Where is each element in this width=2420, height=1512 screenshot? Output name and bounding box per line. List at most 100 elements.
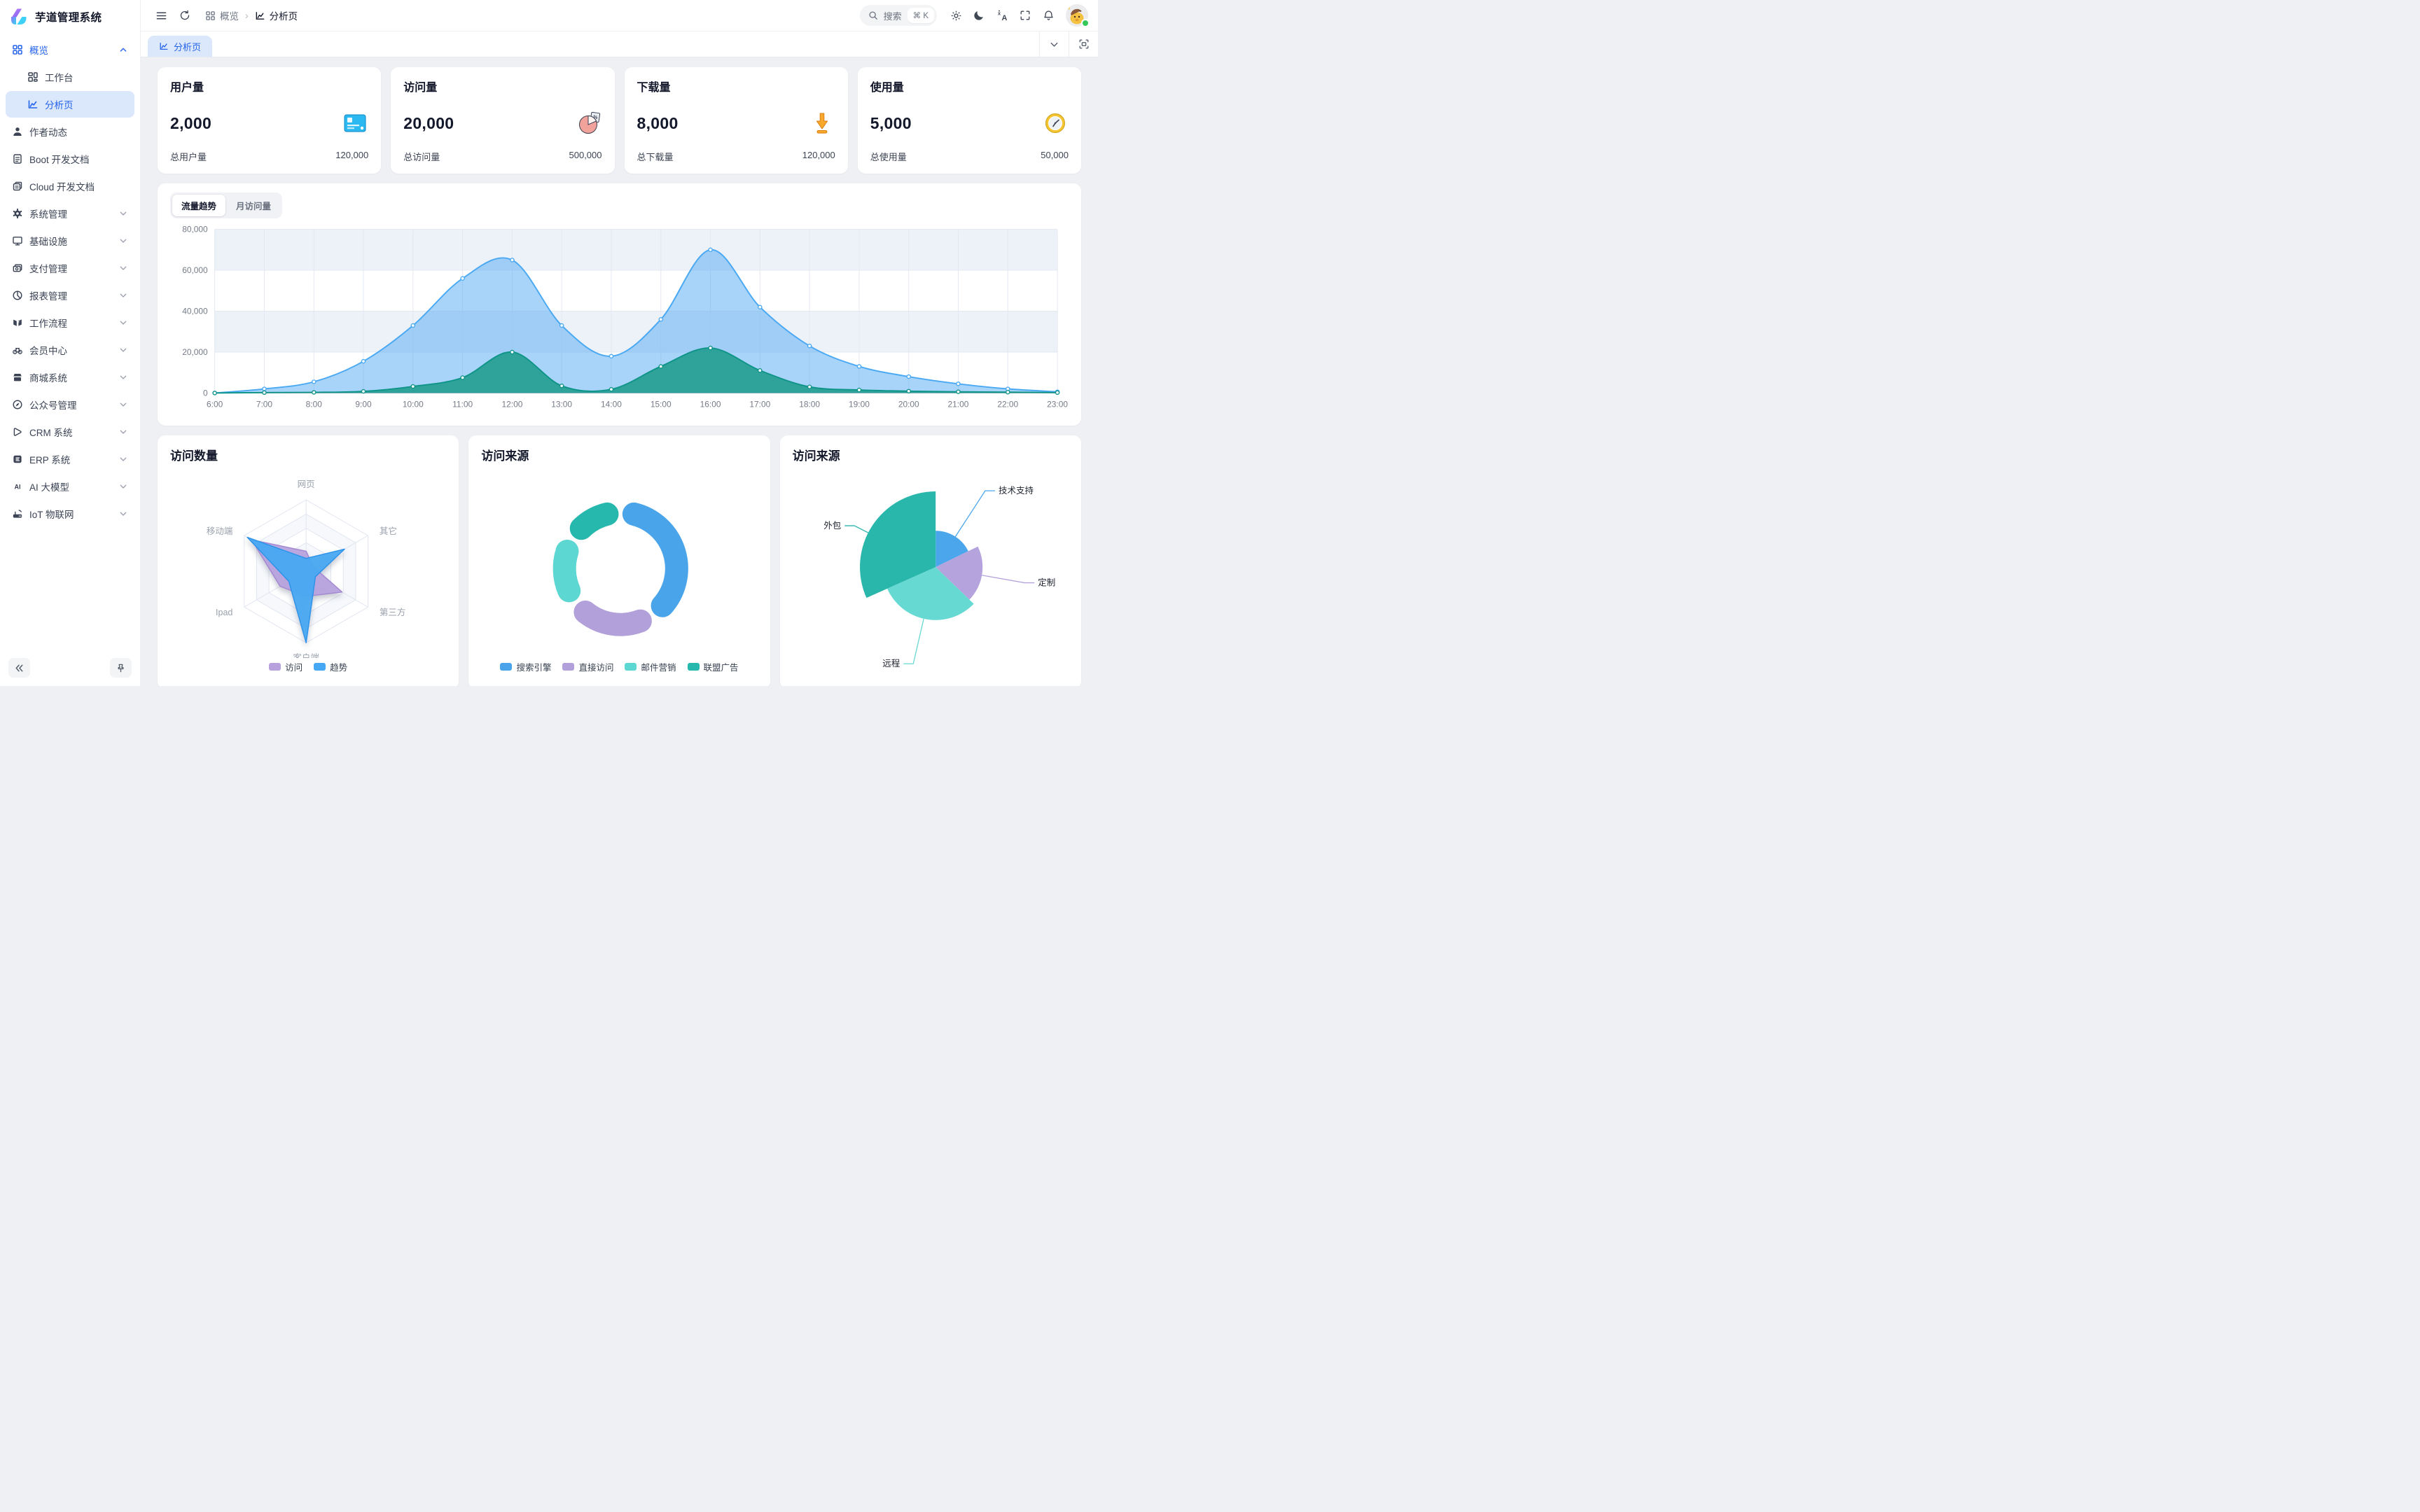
fullscreen-button[interactable] [1015, 5, 1036, 26]
tab-traffic-trend[interactable]: 流量趋势 [172, 195, 225, 216]
settings-button[interactable] [945, 5, 966, 26]
tabbar-tools [1039, 31, 1098, 57]
tab-analysis[interactable]: 分析页 [148, 36, 212, 57]
sidebar-footer [0, 651, 140, 686]
search-input[interactable]: 搜索 ⌘ K [860, 5, 937, 26]
chevron-down-icon [118, 263, 128, 273]
gear-icon [12, 208, 23, 219]
sidebar-item-author[interactable]: 作者动态 [6, 118, 134, 145]
legend-item[interactable]: 搜索引擎 [500, 660, 551, 673]
svg-text:远程: 远程 [882, 658, 900, 668]
sidebar-menu: 概览工作台分析页作者动态Boot 开发文档Cloud 开发文档系统管理基础设施支… [0, 34, 140, 651]
sidebar-item-cloud-doc[interactable]: Cloud 开发文档 [6, 173, 134, 200]
svg-text:技术支持: 技术支持 [999, 485, 1034, 496]
sidebar-pin-button[interactable] [110, 658, 132, 678]
breadcrumb-overview[interactable]: 概览 [205, 8, 239, 22]
svg-text:其它: 其它 [380, 526, 397, 536]
download-icon [809, 110, 835, 136]
sidebar-item-payment[interactable]: 支付管理 [6, 255, 134, 281]
sidebar-item-report[interactable]: 报表管理 [6, 282, 134, 309]
sidebar-item-member[interactable]: 会员中心 [6, 337, 134, 363]
svg-text:19:00: 19:00 [849, 400, 870, 410]
send-icon [12, 426, 23, 438]
svg-text:10:00: 10:00 [403, 400, 424, 410]
svg-text:13:00: 13:00 [551, 400, 572, 410]
visit-count-radar-chart: 网页其它第三方客户端Ipad移动端 [170, 465, 446, 658]
svg-text:20:00: 20:00 [898, 400, 919, 410]
sidebar-item-mall[interactable]: 商城系统 [6, 364, 134, 391]
svg-text:网页: 网页 [298, 479, 315, 489]
content-maximize-button[interactable] [1069, 31, 1098, 57]
gear-icon [950, 10, 962, 22]
sidebar-item-workbench[interactable]: 工作台 [6, 64, 134, 90]
svg-text:80,000: 80,000 [182, 225, 208, 234]
stat-value: 8,000 [637, 114, 679, 133]
sidebar-item-overview[interactable]: 概览 [6, 36, 134, 63]
user-avatar[interactable] [1066, 4, 1088, 27]
pin-icon [116, 663, 126, 673]
tab-menu-button[interactable] [1039, 31, 1069, 57]
stat-total-value: 500,000 [569, 150, 602, 163]
copy-doc-icon [12, 181, 23, 192]
sidebar-item-iot[interactable]: IoT 物联网 [6, 500, 134, 527]
dark-mode-button[interactable] [968, 5, 989, 26]
menu-toggle-button[interactable] [151, 5, 172, 26]
stat-value: 5,000 [870, 114, 912, 133]
svg-text:60,000: 60,000 [182, 266, 208, 275]
legend-item[interactable]: 邮件营销 [625, 660, 676, 673]
sidebar-item-mp[interactable]: 公众号管理 [6, 391, 134, 418]
svg-text:外包: 外包 [823, 521, 841, 531]
stat-card-usage: 使用量 5,000 总使用量 50,000 [858, 67, 1081, 174]
chevron-up-icon [118, 45, 128, 55]
language-button[interactable]: x A [992, 5, 1013, 26]
sidebar-item-label: 基础设施 [29, 234, 112, 248]
stat-total-label: 总用户量 [170, 150, 207, 163]
grid-icon [12, 44, 23, 55]
main-content: 用户量 2,000 总用户量 120,000 [141, 57, 1098, 686]
legend-item[interactable]: 趋势 [314, 660, 347, 673]
traffic-trend-card: 流量趋势 月访问量 020,00040,00060,00080,0006:007… [158, 183, 1081, 426]
chevron-down-icon [118, 209, 128, 218]
legend-item[interactable]: 直接访问 [562, 660, 613, 673]
chevron-down-icon [1049, 39, 1059, 50]
sidebar-item-label: 公众号管理 [29, 398, 112, 412]
legend-item[interactable]: 联盟广告 [688, 660, 739, 673]
sidebar-item-system[interactable]: 系统管理 [6, 200, 134, 227]
stat-title: 访问量 [403, 78, 601, 94]
router-icon [12, 508, 23, 519]
sidebar-item-boot-doc[interactable]: Boot 开发文档 [6, 146, 134, 172]
sidebar: 芋道管理系统 概览工作台分析页作者动态Boot 开发文档Cloud 开发文档系统… [0, 0, 141, 686]
stat-title: 下载量 [637, 78, 835, 94]
sidebar-item-workflow[interactable]: 工作流程 [6, 309, 134, 336]
svg-text:6:00: 6:00 [207, 400, 223, 410]
sidebar-item-label: AI 大模型 [29, 479, 112, 493]
app-logo-icon [9, 7, 29, 27]
chevron-down-icon [118, 427, 128, 437]
chevron-down-icon [118, 236, 128, 246]
notifications-button[interactable] [1038, 5, 1059, 26]
svg-text:定制: 定制 [1038, 578, 1055, 588]
sidebar-item-analysis[interactable]: 分析页 [6, 91, 134, 118]
breadcrumb-label: 分析页 [270, 8, 298, 22]
legend-item[interactable]: 访问 [269, 660, 302, 673]
search-icon [868, 10, 878, 20]
sidebar-item-label: ERP 系统 [29, 452, 112, 466]
sidebar-item-crm[interactable]: CRM 系统 [6, 419, 134, 445]
sidebar-item-label: 工作流程 [29, 316, 112, 330]
app-logo[interactable]: 芋道管理系统 [0, 0, 140, 34]
sidebar-collapse-button[interactable] [8, 658, 30, 678]
stat-card-visits: 访问量 20,000 % 总访问量 500,000 [391, 67, 614, 174]
breadcrumb-analysis[interactable]: 分析页 [255, 8, 298, 22]
sidebar-item-ai[interactable]: AIAI 大模型 [6, 473, 134, 500]
sidebar-item-label: 分析页 [45, 97, 128, 111]
tab-monthly-visits[interactable]: 月访问量 [227, 195, 280, 216]
card-title: 访问数量 [170, 446, 446, 463]
sidebar-item-erp[interactable]: ERP 系统 [6, 446, 134, 472]
payment-icon [12, 262, 23, 274]
maximize-icon [1078, 38, 1090, 50]
stat-total-label: 总下载量 [637, 150, 674, 163]
sidebar-item-infra[interactable]: 基础设施 [6, 227, 134, 254]
refresh-button[interactable] [174, 5, 195, 26]
monitor-icon [12, 235, 23, 246]
pie-chart-icon: % [576, 110, 602, 136]
